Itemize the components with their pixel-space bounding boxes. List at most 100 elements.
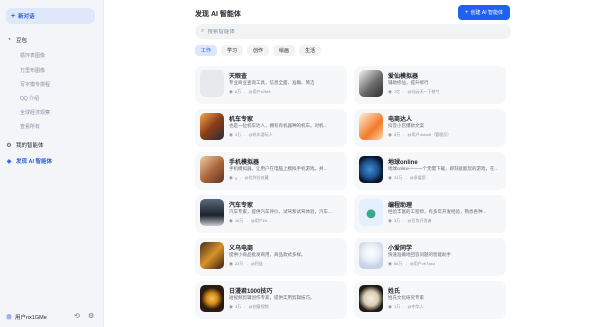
bot-card[interactable]: 小爱同学 快速准确地回答问题的智能助手 ◉ 56万 · @用户vKTaxd [354,238,506,276]
bot-name: 姓氏 [388,289,401,295]
tab-paint[interactable]: 绘画 [273,45,296,56]
search-box[interactable]: ⌕ [195,24,511,39]
sidebar-item-label: 发现 AI 智能体 [16,159,53,165]
new-chat-button[interactable]: + 新对话 [6,8,95,24]
bot-desc: 提供小商品批发商用，商品款式多样。 [229,252,306,257]
search-input[interactable] [207,28,488,35]
bot-desc: 专业商业查询工具，信息全面、准确、简洁 [229,80,315,85]
view-all-link[interactable]: 查看所有 [20,123,40,130]
bot-avatar [359,285,383,312]
bot-avatar [200,285,224,312]
bot-avatar [200,156,224,183]
bot-count: 4万 [234,132,242,137]
bot-creator: @优作谷技藏 [244,175,269,180]
history-item[interactable]: QQ 介绍 [20,95,39,102]
bot-name: 地球online [388,160,418,166]
sidebar-item-discover[interactable]: ◈ 发现 AI 智能体 [6,157,98,166]
bot-name: 爱仙模拟器 [388,74,419,80]
bot-creator: @创意视频 [248,304,269,309]
bot-meta: ◉ 23万 · @利益 [229,261,263,267]
bot-meta: ◉ 8万 · @用户b2M4 [229,89,271,95]
bot-meta: ◉ 7亿 · @仙云天一下修兮 [388,89,440,95]
user-icon: ◉ [229,89,233,94]
bot-name: 手机模拟器 [229,160,260,166]
bot-count: 8万 [234,89,242,94]
bot-count: 3万 [234,304,242,309]
history-icon[interactable]: ⟲ [74,312,80,320]
plus-icon: + [11,12,16,20]
history-item[interactable]: 写字模专撰程 [20,81,50,88]
discover-icon: ◈ [6,158,12,165]
bot-count: 7亿 [393,89,401,94]
bot-creator: @多爱愿 [409,175,426,180]
create-bot-button[interactable]: + 创建 AI 智能体 [458,5,510,20]
bot-count: 1万 [393,304,401,309]
bot-meta: ◉ 3万 · @创意视频 [229,304,269,310]
user-icon: ◉ [388,175,392,180]
bot-card[interactable]: 汽车专家 汽车专家，提供汽车评价，试驾和试驾体验，汽车... ◉ 16万 · @用户D… [195,195,347,233]
bot-name: 编程助理 [388,203,413,209]
history-item[interactable]: 循环表图像 [20,52,45,59]
bot-creator: @中华人 [407,304,424,309]
user-icon: ◉ [229,218,233,223]
bot-card[interactable]: 义乌电商 提供小商品批发商用，商品款式多样。 ◉ 23万 · @利益 [195,238,347,276]
bot-desc: 经验丰富的工程师，有多年开发经验，熟悉各种... [388,209,487,214]
sidebar-item-my-bots[interactable]: ⚙ 我的智能体 [6,141,98,150]
tab-create[interactable]: 创作 [247,45,270,56]
bot-avatar [200,113,224,140]
bot-count: 9 [234,175,238,181]
gear-icon[interactable]: ⚙ [88,312,94,320]
bot-creator: @仙云天一下修兮 [407,89,440,94]
bot-meta: ◉ 3万 · @豆包开发者 [388,218,432,224]
sidebar-item-label: 我的智能体 [16,143,44,149]
history-item[interactable]: 万里布图像 [20,67,45,74]
bot-card[interactable]: 姓氏 姓氏文化研究专家 ◉ 1万 · @中华人 [354,281,506,319]
bot-creator: @机车游玩人 [248,132,273,137]
bot-desc: 地球online——一个无需下载，即刻就能玩的游戏，在... [388,166,499,171]
bot-card[interactable]: 天眼查 专业商业查询工具，信息全面、准确、简洁 ◉ 8万 · @用户b2M4 [195,66,347,104]
bot-avatar [200,199,224,226]
create-bot-label: 创建 AI 智能体 [470,10,504,16]
tab-life[interactable]: 生活 [299,45,322,56]
sidebar-item-doubao[interactable]: ◔ 豆包 [6,36,98,44]
user-icon: ◉ [229,132,233,137]
bot-meta: ◉ 8万 · @用户dokolit（管理员） [388,132,452,138]
bot-card[interactable]: 机车专家 也是一位机车达人，拥有有机器种的机车。对机... ◉ 4万 · @机车游玩人 [195,109,347,147]
plus-icon: + [464,9,469,16]
bot-avatar [359,199,383,226]
bot-desc: 手机模拟器，让用户在电脑上模拟手机游戏。并... [229,166,328,171]
bot-name: 义乌电商 [229,246,254,252]
bot-desc: 短视频剪辑创作专家，提供实用剪辑技巧。 [229,295,315,300]
tab-study[interactable]: 学习 [221,45,244,56]
user-profile[interactable]: 用 用户nx1GMe [6,313,47,321]
bot-creator: @豆包开发者 [407,218,432,223]
bot-icon: ⚙ [6,142,12,149]
page-title: 发现 AI 智能体 [195,11,241,18]
bot-desc: 汽车专家，提供汽车评价，试驾和试驾体验，汽车... [229,209,332,214]
user-icon: ◉ [229,261,233,266]
bot-card[interactable]: 电商达人 抖音小店爆款文案 ◉ 8万 · @用户dokolit（管理员） [354,109,506,147]
bot-card[interactable]: 日漫君1000技巧 短视频剪辑创作专家，提供实用剪辑技巧。 ◉ 3万 · @创意视频 [195,281,347,319]
new-chat-label: 新对话 [18,14,35,20]
bot-count: 56万 [393,261,403,266]
bot-desc: 抖音小店爆款文案 [388,123,424,128]
bot-card[interactable]: 手机模拟器 手机模拟器，让用户在电脑上模拟手机游戏。并... ◉ 9 · @优作谷技藏 [195,152,347,190]
bot-meta: ◉ 4万 · @机车游玩人 [229,132,273,138]
bot-avatar [359,113,383,140]
bot-card[interactable]: 爱仙模拟器 辅助修仙，提升修行 ◉ 7亿 · @仙云天一下修兮 [354,66,506,104]
history-item[interactable]: 全球经济观察 [20,109,50,116]
tab-work[interactable]: 工作 [195,45,218,56]
bot-card[interactable]: 地球online 地球online——一个无需下载，即刻就能玩的游戏，在... … [354,152,506,190]
bot-creator: @用户vKTaxd [409,261,435,266]
bot-meta: ◉ 56万 · @用户vKTaxd [388,261,435,267]
bot-card[interactable]: 编程助理 经验丰富的工程师，有多年开发经验，熟悉各种... ◉ 3万 · @豆包开发者 [354,195,506,233]
category-tabs: 工作 学习 创作 绘画 生活 [195,45,322,56]
bot-desc: 辅助修仙，提升修行 [388,80,429,85]
bot-creator: @利益 [250,261,263,266]
bot-count: 16万 [234,218,244,223]
bot-count: 24万 [393,175,403,180]
main-panel: 发现 AI 智能体 + 创建 AI 智能体 ⌕ 工作 学习 创作 绘画 生活 天… [104,0,600,327]
bot-meta: ◉ 24万 · @多爱愿 [388,175,426,181]
user-icon: ◉ [388,218,392,223]
bot-count: 8万 [393,132,401,137]
